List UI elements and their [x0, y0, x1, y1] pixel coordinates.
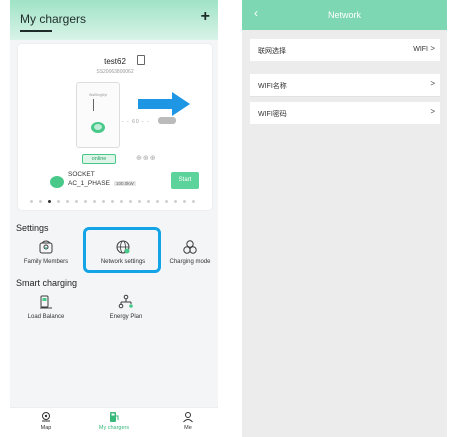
tab-map[interactable]: Map — [24, 411, 68, 431]
add-charger-button[interactable]: + — [201, 9, 210, 25]
chevron-right-icon: > — [430, 79, 435, 88]
arrow-right-icon — [138, 92, 190, 116]
load-balance-item[interactable]: Load Balance — [16, 294, 76, 320]
map-icon — [42, 412, 50, 422]
connector-icons: ⊕⊕⊕ — [136, 155, 157, 162]
charger-serial: SS20063800062 — [96, 69, 134, 75]
energy-plan-label: Energy Plan — [109, 314, 143, 320]
device-brand: WaiSingNyi — [89, 93, 107, 97]
status-pill — [158, 117, 176, 124]
power-badge: 100.0kW — [114, 181, 136, 186]
load-balance-icon — [40, 295, 52, 309]
device-indicator — [93, 99, 94, 111]
page-title: Network — [327, 10, 361, 20]
carousel-dot[interactable] — [183, 200, 186, 203]
network-selection-label: 联网选择 — [258, 48, 286, 55]
load-balance-label: Load Balance — [27, 314, 65, 320]
carousel-dot[interactable] — [129, 200, 132, 203]
family-members-label: Family Members — [23, 259, 69, 265]
carousel-dot[interactable] — [102, 200, 105, 203]
document-icon[interactable] — [137, 55, 145, 65]
network-screen: ‹ Network 联网选择 WIFI > WIFI名称 > WIFI密码 > — [242, 0, 447, 437]
wifi-password-row[interactable]: WIFI密码 > — [250, 102, 440, 124]
plug-icon — [91, 122, 105, 133]
carousel-dot[interactable] — [174, 200, 177, 203]
wifi-name-label: WIFI名称 — [258, 83, 287, 90]
carousel-dots[interactable] — [30, 200, 200, 203]
carousel-dot[interactable] — [192, 200, 195, 203]
carousel-dot[interactable] — [111, 200, 114, 203]
tab-my-chargers-label: My chargers — [98, 425, 130, 431]
carousel-dot[interactable] — [165, 200, 168, 203]
chevron-right-icon: > — [430, 107, 435, 116]
smart-charging-title: Smart charging — [16, 278, 78, 288]
carousel-dot[interactable] — [147, 200, 150, 203]
carousel-dot[interactable] — [39, 200, 42, 203]
carousel-dot[interactable] — [138, 200, 141, 203]
charger-name: test62 — [104, 57, 126, 66]
tab-bar: Map My chargers Me — [10, 407, 218, 437]
charger-card[interactable]: test62 SS20063800062 WaiSingNyi - - 60 -… — [18, 44, 212, 210]
carousel-dot[interactable] — [120, 200, 123, 203]
energy-plan-item[interactable]: Energy Plan — [96, 294, 156, 320]
header: My chargers + — [10, 0, 218, 40]
mode-icon — [183, 240, 197, 254]
chevron-right-icon: > — [430, 44, 435, 53]
family-icon — [39, 240, 53, 254]
socket-icon — [50, 176, 64, 188]
tab-my-chargers[interactable]: My chargers — [92, 411, 136, 431]
energy-plan-icon — [118, 294, 133, 309]
carousel-dot[interactable] — [66, 200, 69, 203]
wifi-password-label: WIFI密码 — [258, 111, 287, 118]
carousel-dot[interactable] — [84, 200, 87, 203]
distance-label: - - 60 - - — [122, 119, 150, 125]
settings-title: Settings — [16, 223, 49, 233]
charging-mode-item[interactable]: Charging mode — [164, 239, 216, 265]
family-members-item[interactable]: Family Members — [16, 239, 76, 265]
my-chargers-screen: My chargers + test62 SS20063800062 WaiSi… — [10, 0, 218, 437]
carousel-dot[interactable] — [48, 200, 51, 203]
phase-label: AC_1_PHASE — [68, 180, 110, 187]
carousel-dot[interactable] — [30, 200, 33, 203]
wifi-name-row[interactable]: WIFI名称 > — [250, 74, 440, 96]
row-divider — [250, 96, 440, 97]
tab-map-label: Map — [40, 425, 52, 431]
network-selection-row[interactable]: 联网选择 WIFI > — [250, 39, 440, 61]
tab-me-label: Me — [184, 425, 192, 431]
person-icon — [183, 412, 193, 423]
status-badge: online — [82, 154, 116, 164]
socket-label: SOCKET — [68, 171, 95, 178]
charger-device-image: WaiSingNyi — [76, 82, 120, 148]
carousel-dot[interactable] — [156, 200, 159, 203]
page-title: My chargers — [20, 12, 87, 26]
start-button[interactable]: Start — [171, 172, 199, 189]
title-underline — [20, 30, 52, 32]
carousel-dot[interactable] — [57, 200, 60, 203]
charging-mode-label: Charging mode — [169, 259, 211, 265]
header: ‹ Network — [242, 0, 447, 30]
charger-icon — [110, 412, 119, 422]
network-settings-highlight — [83, 227, 161, 273]
network-selection-value: WIFI — [413, 46, 428, 53]
tab-me[interactable]: Me — [166, 411, 210, 431]
carousel-dot[interactable] — [93, 200, 96, 203]
carousel-dot[interactable] — [75, 200, 78, 203]
